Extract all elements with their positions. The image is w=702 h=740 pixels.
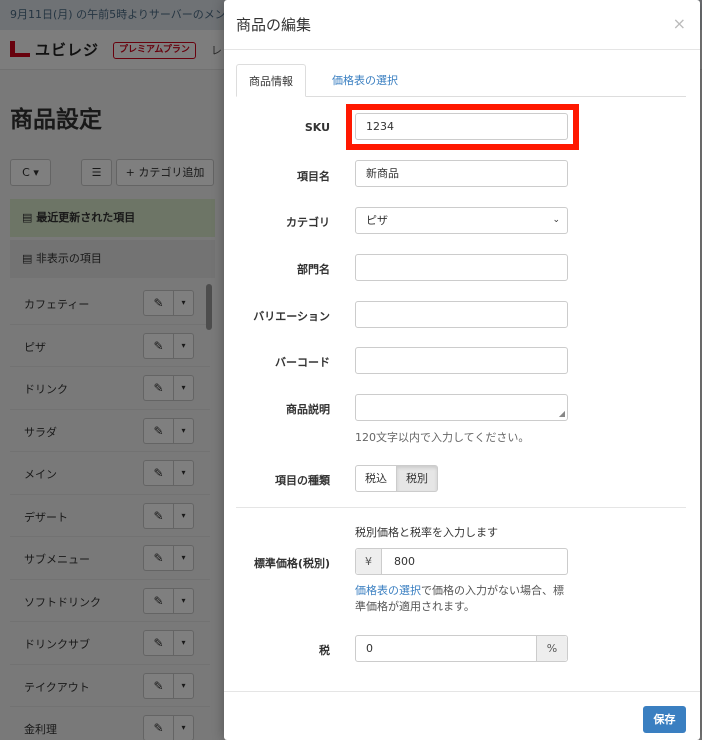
department-label: 部門名	[297, 263, 330, 276]
price-note: 税別価格と税率を入力します	[355, 526, 498, 539]
barcode-label: バーコード	[275, 356, 330, 369]
category-select-value: ピザ	[366, 214, 388, 227]
item-type-label: 項目の種類	[275, 474, 330, 487]
modal-header: 商品の編集 ×	[224, 0, 700, 50]
highlight-box	[346, 104, 579, 150]
chevron-down-icon: ⌄	[552, 215, 560, 225]
edit-item-modal: 商品の編集 × 商品情報 価格表の選択 SKU 1234 項目名 新商品 カテゴ…	[224, 0, 700, 740]
barcode-input[interactable]	[355, 347, 568, 374]
section-divider	[236, 507, 686, 508]
standard-price-input[interactable]: ¥ 800	[355, 548, 568, 575]
description-help: 120文字以内で入力してください。	[355, 431, 530, 444]
standard-price-help-text-2: 準価格が適用されます。	[355, 600, 475, 613]
percent-addon: %	[536, 636, 567, 661]
department-input[interactable]	[355, 254, 568, 281]
variation-input[interactable]	[355, 301, 568, 328]
category-label: カテゴリ	[286, 216, 330, 229]
tax-included-option[interactable]: 税込	[355, 465, 397, 492]
category-select[interactable]: ピザ ⌄	[355, 207, 568, 234]
standard-price-label: 標準価格(税別)	[253, 557, 330, 570]
modal-footer-divider	[224, 691, 700, 692]
standard-price-help: 価格表の選択で価格の入力がない場合、標 準価格が適用されます。	[355, 583, 564, 615]
variation-label: バリエーション	[253, 310, 330, 323]
close-icon[interactable]: ×	[673, 14, 686, 33]
resize-handle-icon[interactable]: ◢	[559, 410, 565, 418]
modal-tabs: 商品情報 価格表の選択	[236, 64, 686, 97]
tax-value: 0	[366, 642, 373, 655]
item-type-toggle: 税込 税別	[355, 465, 438, 492]
item-name-input[interactable]: 新商品	[355, 160, 568, 187]
description-textarea[interactable]: ◢	[355, 394, 568, 421]
tax-label: 税	[319, 644, 330, 657]
tab-price-table[interactable]: 価格表の選択	[320, 64, 410, 97]
standard-price-help-text: で価格の入力がない場合、標	[421, 584, 564, 597]
description-label: 商品説明	[286, 403, 330, 416]
tab-item-info[interactable]: 商品情報	[236, 64, 306, 97]
item-name-label: 項目名	[297, 170, 330, 183]
price-table-link[interactable]: 価格表の選択	[355, 584, 421, 597]
tax-excluded-option[interactable]: 税別	[397, 465, 438, 492]
sku-label: SKU	[304, 121, 330, 134]
standard-price-value: 800	[394, 555, 415, 568]
save-button[interactable]: 保存	[643, 706, 686, 733]
tax-input[interactable]: 0 %	[355, 635, 568, 662]
yen-addon: ¥	[356, 549, 382, 574]
modal-title: 商品の編集	[236, 16, 312, 34]
